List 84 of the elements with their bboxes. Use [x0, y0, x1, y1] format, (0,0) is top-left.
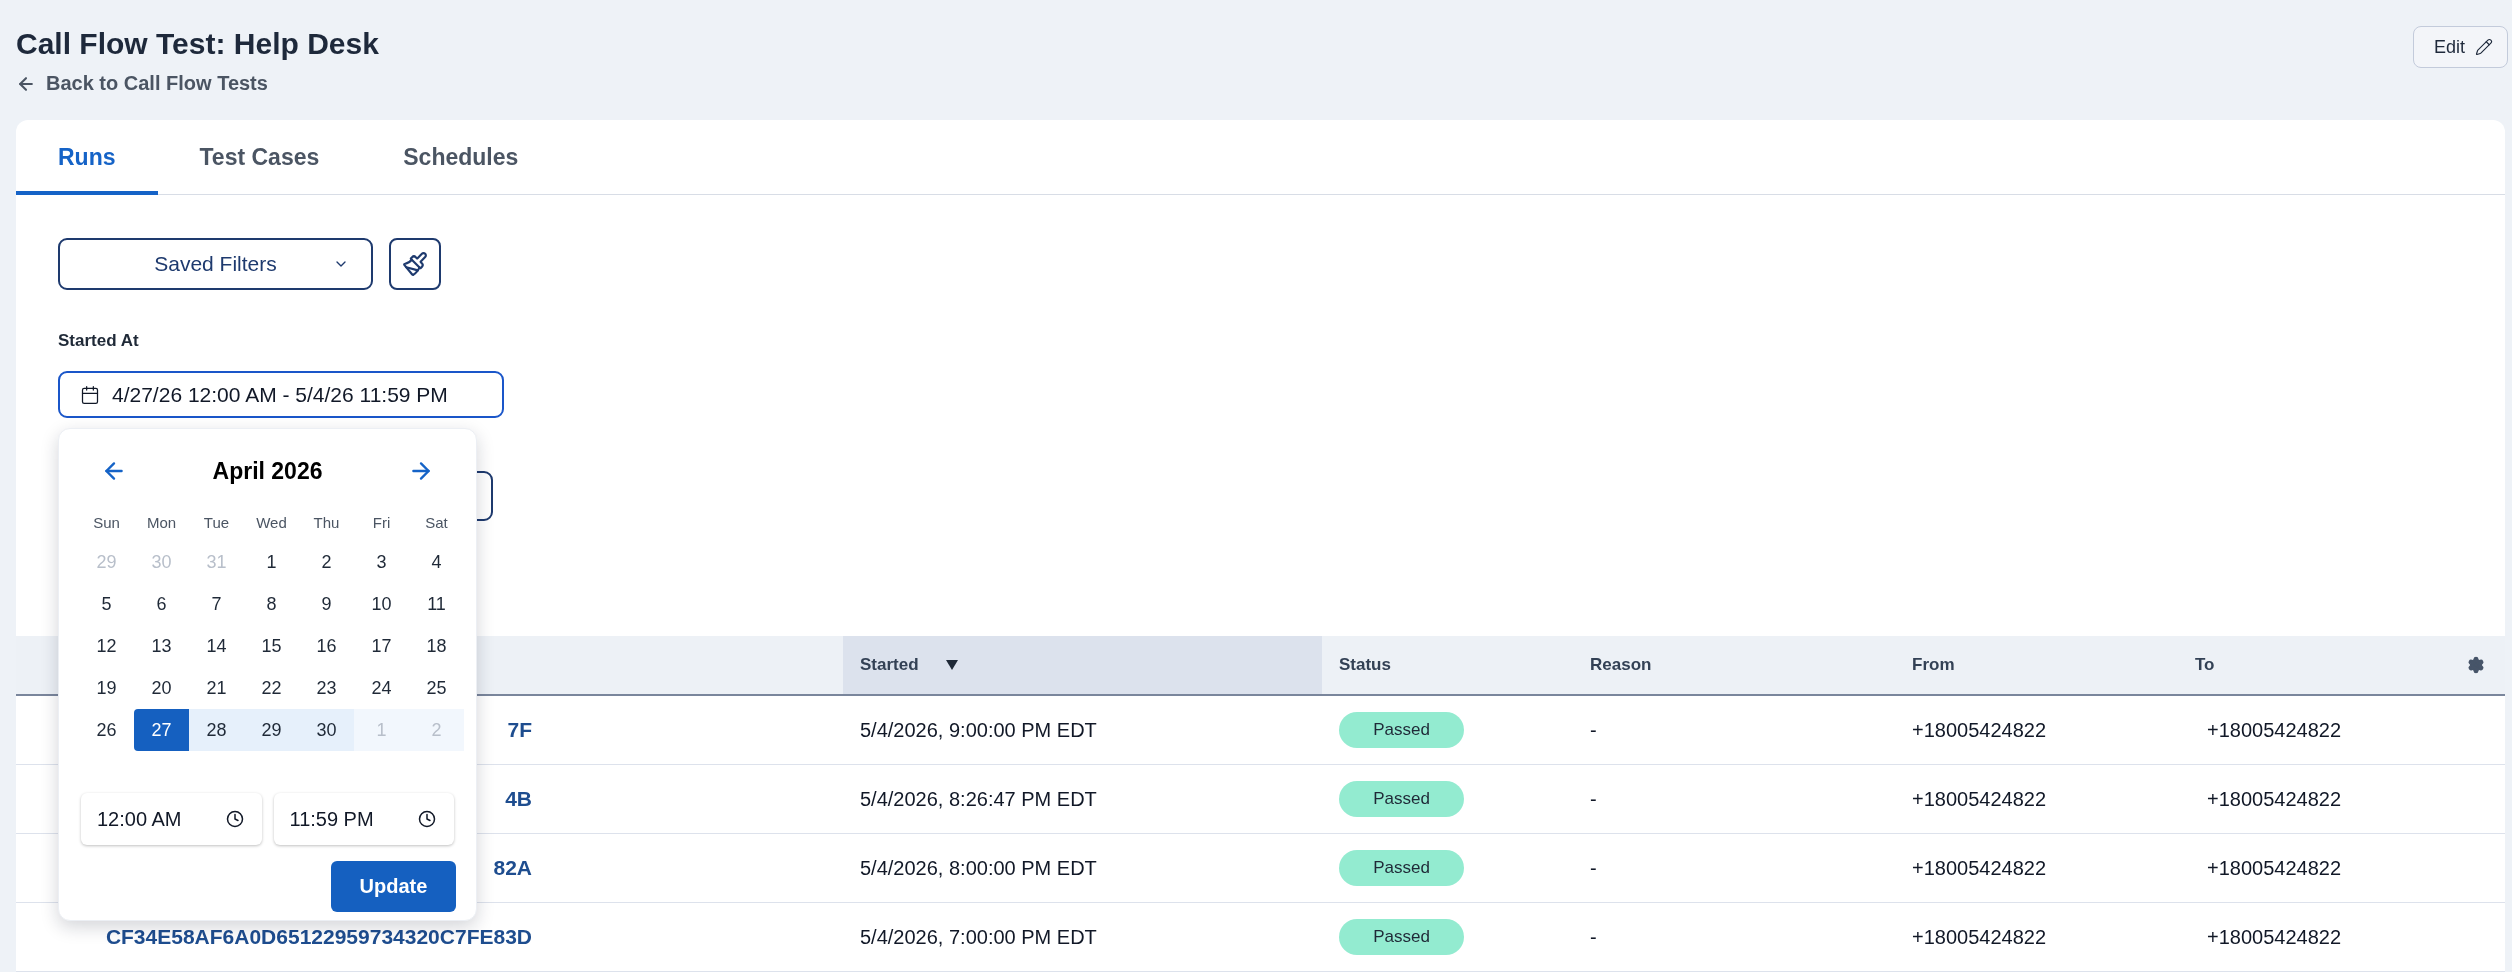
- weekday-label: Sun: [92, 512, 121, 533]
- start-time-field[interactable]: 12:00 AM: [81, 793, 262, 845]
- calendar-day[interactable]: 24: [354, 667, 409, 709]
- calendar-day[interactable]: 7: [189, 583, 244, 625]
- column-header[interactable]: Started: [843, 636, 1322, 696]
- calendar-day[interactable]: 22: [244, 667, 299, 709]
- calendar-day[interactable]: 23: [299, 667, 354, 709]
- calendar-day[interactable]: 29: [244, 709, 299, 751]
- month-title: April 2026: [212, 457, 323, 485]
- calendar-day[interactable]: 6: [134, 583, 189, 625]
- calendar-day[interactable]: 4: [409, 541, 464, 583]
- calendar-day[interactable]: 10: [354, 583, 409, 625]
- clock-icon: [418, 810, 436, 828]
- weekday-label: Tue: [202, 512, 231, 533]
- run-id-link[interactable]: CF34E58AF6A0D65122959734320C7FE83D: [74, 925, 532, 949]
- column-header[interactable]: Status: [1322, 636, 1573, 696]
- clock-icon: [225, 810, 244, 828]
- calendar-day[interactable]: 2: [299, 541, 354, 583]
- calendar-day[interactable]: 1: [244, 541, 299, 583]
- column-header[interactable]: To: [2195, 655, 2215, 675]
- status-badge: Passed: [1339, 712, 1464, 748]
- calendar-day[interactable]: 5: [79, 583, 134, 625]
- weekday-label: Fri: [371, 512, 392, 533]
- column-header[interactable]: Reason: [1573, 636, 1895, 696]
- calendar-day[interactable]: 12: [79, 625, 134, 667]
- table-cell: 5/4/2026, 8:00:00 PM EDT: [843, 834, 1322, 903]
- calendar-day[interactable]: 14: [189, 625, 244, 667]
- saved-filters-dropdown[interactable]: Saved Filters: [58, 238, 373, 290]
- weekday-label: Wed: [255, 512, 288, 533]
- calendar-day[interactable]: 16: [299, 625, 354, 667]
- tab[interactable]: Test Cases: [157, 120, 362, 195]
- calendar-day[interactable]: 20: [134, 667, 189, 709]
- status-badge: Passed: [1339, 919, 1464, 955]
- tab[interactable]: Runs: [16, 120, 158, 195]
- weekday-label: Thu: [312, 512, 341, 533]
- weekday-label: Sat: [424, 512, 449, 533]
- table-cell: +18005424822: [1895, 834, 2190, 903]
- sort-desc-icon: [944, 659, 959, 671]
- calendar-day[interactable]: 21: [189, 667, 244, 709]
- back-link[interactable]: Back to Call Flow Tests: [16, 72, 379, 95]
- calendar-day[interactable]: 26: [79, 709, 134, 751]
- table-cell: +18005424822: [2190, 765, 2505, 834]
- status-badge: Passed: [1339, 850, 1464, 886]
- page-title: Call Flow Test: Help Desk: [16, 26, 379, 62]
- calendar-day[interactable]: 18: [409, 625, 464, 667]
- date-range-field[interactable]: 4/27/26 12:00 AM - 5/4/26 11:59 PM: [58, 371, 504, 418]
- calendar-icon: [80, 384, 100, 405]
- table-cell: +18005424822: [2190, 696, 2505, 765]
- update-button[interactable]: Update: [331, 861, 456, 912]
- table-cell: +18005424822: [2190, 903, 2505, 972]
- pencil-icon: [2475, 38, 2493, 56]
- settings-icon[interactable]: [2467, 656, 2485, 674]
- calendar-day[interactable]: 11: [409, 583, 464, 625]
- table-cell: +18005424822: [2190, 834, 2505, 903]
- calendar-day[interactable]: 15: [244, 625, 299, 667]
- end-time-field[interactable]: 11:59 PM: [273, 793, 454, 845]
- calendar-day[interactable]: 19: [79, 667, 134, 709]
- field-label: Started At: [58, 331, 140, 351]
- edit-button[interactable]: Edit: [2412, 26, 2508, 68]
- table-cell: -: [1573, 765, 1895, 834]
- calendar-day[interactable]: 13: [134, 625, 189, 667]
- table-cell: -: [1573, 696, 1895, 765]
- calendar-day[interactable]: 28: [189, 709, 244, 751]
- table-cell: 5/4/2026, 9:00:00 PM EDT: [843, 696, 1322, 765]
- status-badge: Passed: [1339, 781, 1464, 817]
- table-cell: -: [1573, 834, 1895, 903]
- calendar-day[interactable]: 9: [299, 583, 354, 625]
- table-cell: -: [1573, 903, 1895, 972]
- table-cell: +18005424822: [1895, 765, 2190, 834]
- calendar-day[interactable]: 3: [354, 541, 409, 583]
- calendar-day[interactable]: 17: [354, 625, 409, 667]
- column-header[interactable]: From: [1895, 636, 2190, 696]
- tab[interactable]: Schedules: [361, 120, 561, 195]
- calendar-day[interactable]: 8: [244, 583, 299, 625]
- brush-icon: [402, 251, 428, 277]
- calendar-day[interactable]: 30: [299, 709, 354, 751]
- table-cell: +18005424822: [1895, 696, 2190, 765]
- table-cell: +18005424822: [1895, 903, 2190, 972]
- calendar-day[interactable]: 25: [409, 667, 464, 709]
- table-cell: 5/4/2026, 8:26:47 PM EDT: [843, 765, 1322, 834]
- clear-filters-button[interactable]: [389, 238, 441, 290]
- calendar-day[interactable]: 27: [134, 709, 189, 751]
- weekday-label: Mon: [145, 512, 178, 533]
- table-cell: 5/4/2026, 7:00:00 PM EDT: [843, 903, 1322, 972]
